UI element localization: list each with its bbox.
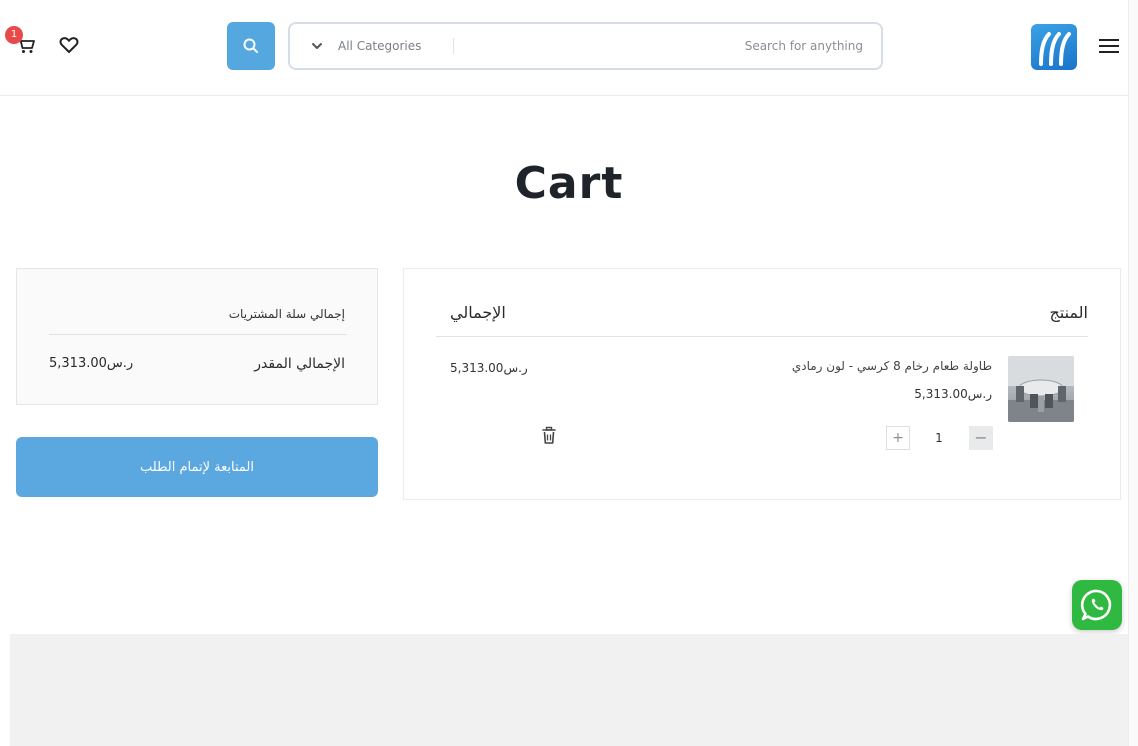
whatsapp-chat-button[interactable]	[1072, 580, 1122, 630]
quantity-input[interactable]	[924, 426, 954, 450]
product-row-total: 5,313.00ر.س	[450, 361, 528, 375]
site-header: 1 All Categories	[0, 0, 1138, 96]
estimated-total-label: الإجمالي المقدر	[254, 356, 345, 372]
product-unit-price: 5,313.00ر.س	[914, 387, 992, 401]
heart-icon	[59, 37, 79, 53]
dining-table-image	[1008, 356, 1074, 422]
quantity-increase-button[interactable]: +	[886, 426, 910, 450]
chevron-down-icon	[312, 43, 322, 49]
site-logo[interactable]	[1031, 24, 1077, 70]
column-header-product: المنتج	[1049, 303, 1088, 322]
product-name-link[interactable]: طاولة طعام رخام 8 كرسي - لون رمادي	[792, 359, 992, 373]
table-header-divider	[436, 336, 1088, 337]
menu-button[interactable]	[1098, 37, 1120, 55]
trash-icon	[542, 426, 556, 444]
cart-totals-divider	[49, 334, 347, 335]
search-input[interactable]	[465, 24, 865, 68]
cart-count-badge: 1	[5, 26, 23, 44]
whatsapp-icon	[1080, 589, 1112, 621]
estimated-total-value: 5,313.00ر.س	[49, 356, 134, 371]
cart-totals: إجمالي سلة المشتريات الإجمالي المقدر 5,3…	[16, 268, 378, 405]
category-select[interactable]: All Categories	[310, 24, 421, 68]
search-divider	[453, 38, 454, 54]
page-scrollbar-track[interactable]	[1128, 0, 1138, 746]
search-button[interactable]	[227, 22, 275, 70]
logo-mark	[1039, 32, 1071, 66]
hamburger-menu-icon	[1099, 39, 1119, 53]
cart-totals-title: إجمالي سلة المشتريات	[228, 307, 345, 321]
page-title: Cart	[514, 158, 624, 209]
category-select-label: All Categories	[338, 39, 422, 53]
wishlist-button[interactable]	[58, 34, 80, 56]
remove-item-button[interactable]	[540, 426, 558, 446]
search-icon	[243, 38, 258, 53]
quantity-decrease-button[interactable]: −	[969, 426, 993, 450]
footer	[10, 634, 1128, 746]
product-thumbnail[interactable]	[1008, 356, 1074, 422]
column-header-total: الإجمالي	[450, 303, 506, 322]
cart-table: المنتج الإجمالي طاولة طعام رخام 8 كرسي -…	[403, 268, 1121, 500]
proceed-to-checkout-button[interactable]: المتابعة لإتمام الطلب	[16, 437, 378, 497]
search-bar: All Categories	[288, 22, 883, 70]
